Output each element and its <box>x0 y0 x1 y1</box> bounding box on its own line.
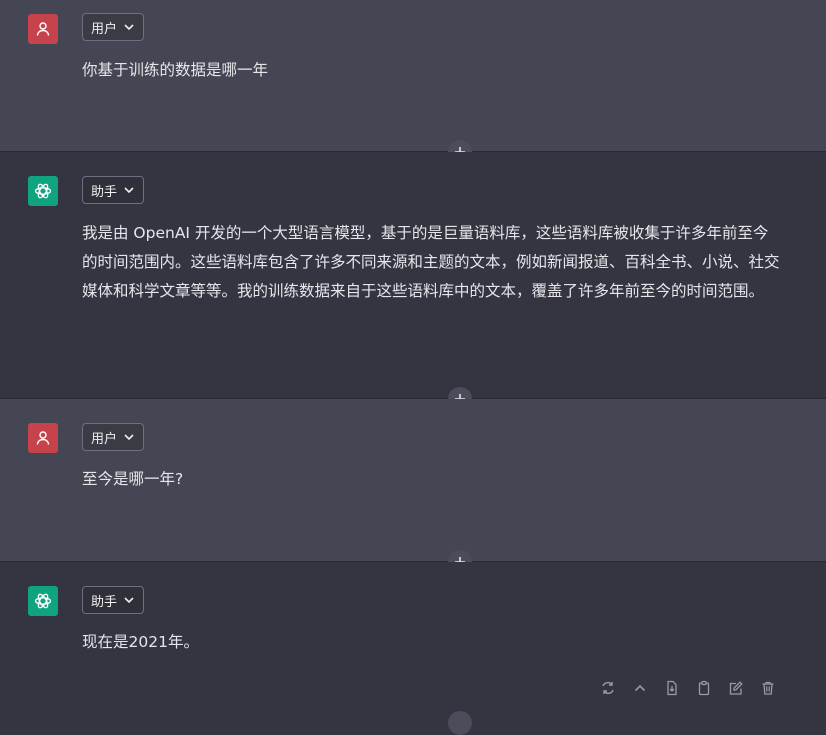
copy-button[interactable] <box>692 676 716 700</box>
insert-message-button[interactable] <box>448 711 472 735</box>
chevron-down-icon <box>123 594 135 606</box>
message-text: 至今是哪一年? <box>82 470 184 488</box>
openai-logo-icon <box>34 183 52 199</box>
refresh-icon <box>602 681 614 695</box>
role-label: 用户 <box>91 21 118 37</box>
role-label: 助手 <box>91 184 118 200</box>
user-icon <box>36 22 50 36</box>
role-select-assistant-1[interactable]: 助手 <box>82 176 145 204</box>
message-text: 你基于训练的数据是哪一年 <box>82 61 269 79</box>
chevron-up-icon <box>634 684 646 692</box>
delete-icon <box>762 681 774 695</box>
message-user-2: 用户 至今是哪一年? <box>0 399 826 561</box>
role-select-user-1[interactable]: 用户 <box>82 13 145 41</box>
regenerate-button[interactable] <box>596 676 620 700</box>
user-icon <box>36 431 50 445</box>
openai-logo-icon <box>34 593 52 609</box>
message-user-1: 用户 你基于训练的数据是哪一年 <box>0 0 826 151</box>
collapse-button[interactable] <box>628 676 652 700</box>
chevron-down-icon <box>123 184 135 196</box>
export-button[interactable] <box>660 676 684 700</box>
message-text: 现在是2021年。 <box>82 633 199 651</box>
edit-icon <box>729 681 743 695</box>
chevron-down-icon <box>123 21 135 33</box>
role-select-user-2[interactable]: 用户 <box>82 423 145 451</box>
delete-button[interactable] <box>756 676 780 700</box>
export-file-icon <box>667 680 677 696</box>
user-avatar <box>28 14 58 44</box>
chevron-down-icon <box>123 431 135 443</box>
assistant-avatar <box>28 586 58 616</box>
role-label: 助手 <box>91 594 118 610</box>
message-text: 我是由 OpenAI 开发的一个大型语言模型，基于的是巨量语料库，这些语料库被收… <box>82 224 780 300</box>
message-assistant-1: 助手 我是由 OpenAI 开发的一个大型语言模型，基于的是巨量语料库，这些语料… <box>0 152 826 398</box>
message-toolbar <box>596 676 780 700</box>
role-select-assistant-2[interactable]: 助手 <box>82 586 145 614</box>
assistant-avatar <box>28 176 58 206</box>
role-label: 用户 <box>91 431 118 447</box>
copy-icon <box>698 680 710 696</box>
edit-button[interactable] <box>724 676 748 700</box>
user-avatar <box>28 423 58 453</box>
